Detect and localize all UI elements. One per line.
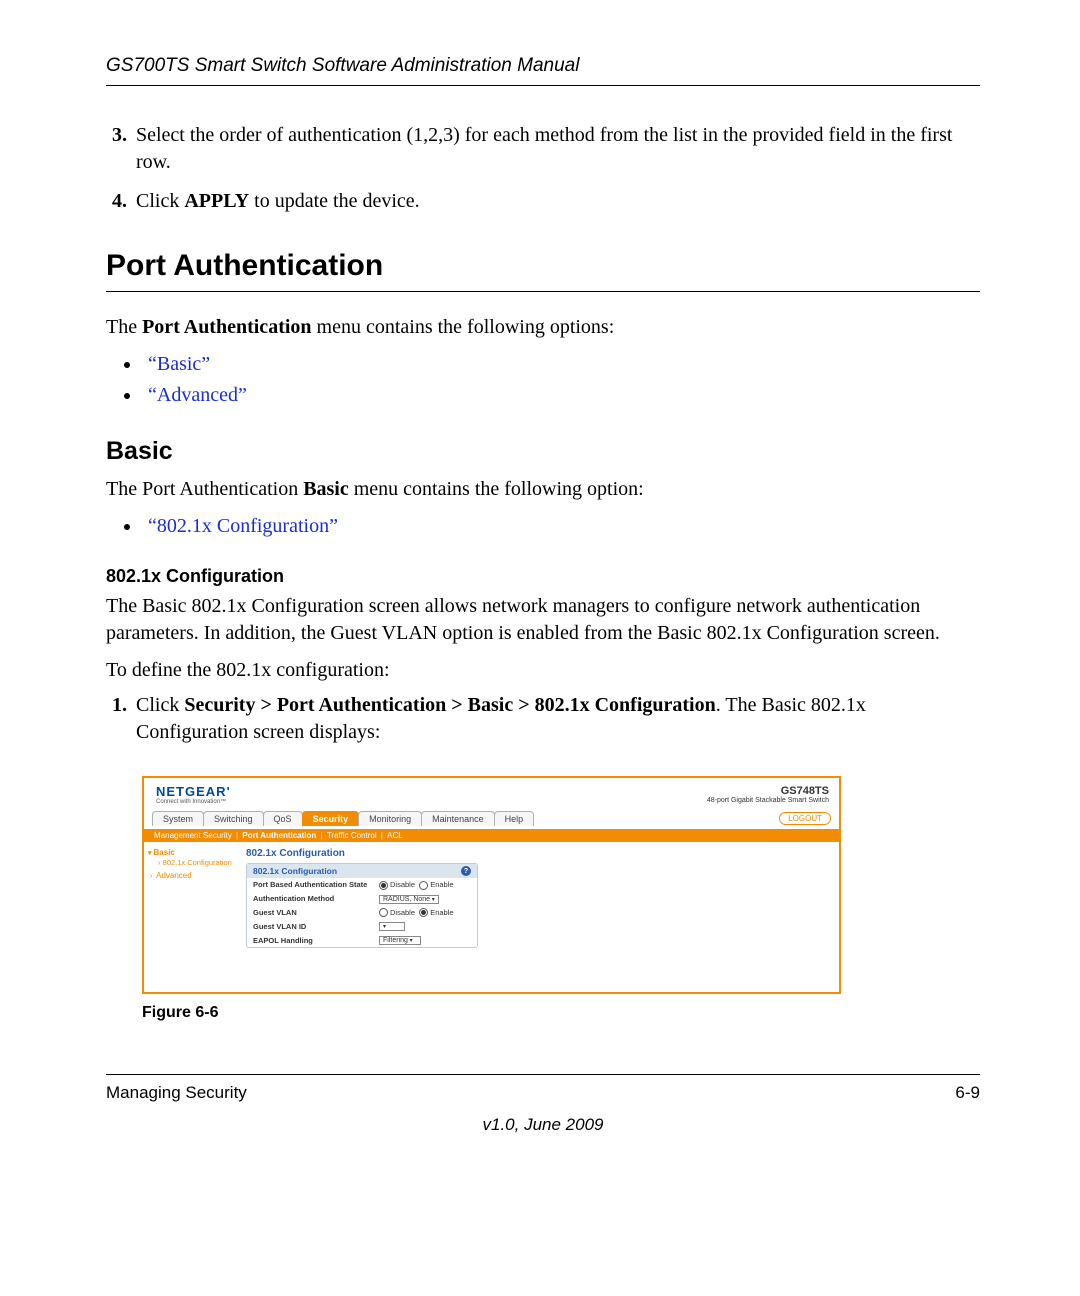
sub-tabs: Management Security | Port Authenticatio… [144,829,839,842]
steps-continued: Select the order of authentication (1,2,… [106,122,980,215]
subtab-port-authentication[interactable]: Port Authentication [242,831,316,840]
subsubsection-heading-8021x: 802.1x Configuration [106,566,980,587]
tab-qos[interactable]: QoS [263,811,303,826]
tab-security[interactable]: Security [302,811,360,826]
tab-switching[interactable]: Switching [203,811,264,826]
label-guest-vlan: Guest VLAN [253,908,379,917]
step-3: Select the order of authentication (1,2,… [132,122,980,176]
model-label: GS748TS 48-port Gigabit Stackable Smart … [707,785,829,804]
tab-help[interactable]: Help [494,811,535,826]
figure-6-6: NETGEAR' Connect with Innovation™ GS748T… [142,776,980,1022]
options-list: “Basic” “Advanced” [106,349,980,411]
link-basic[interactable]: “Basic” [148,353,210,375]
step-4: Click APPLY to update the device. [132,188,980,215]
subtab-management-security[interactable]: Management Security [154,831,232,840]
footer-version: v1.0, June 2009 [106,1115,980,1135]
tab-monitoring[interactable]: Monitoring [358,811,422,826]
box-title: 802.1x Configuration [253,866,337,876]
footer-page-number: 6-9 [955,1083,980,1103]
screenshot-netgear-ui: NETGEAR' Connect with Innovation™ GS748T… [142,776,841,994]
basic-intro: The Port Authentication Basic menu conta… [106,476,980,503]
netgear-logo: NETGEAR' Connect with Innovation™ [156,784,231,805]
sidebar-item-8021x[interactable]: › 802.1x Configuration [148,859,234,867]
label-guest-vlan-id: Guest VLAN ID [253,922,379,931]
label-eapol: EAPOL Handling [253,936,379,945]
radio-enable-1[interactable] [419,881,428,890]
subtab-acl[interactable]: ACL [387,831,403,840]
figure-caption: Figure 6-6 [142,1004,980,1022]
label-auth-state: Port Based Authentication State [253,880,379,889]
logout-button[interactable]: LOGOUT [779,812,831,825]
label-auth-method: Authentication Method [253,894,379,903]
radio-disable-1[interactable] [379,881,388,890]
footer-section: Managing Security [106,1083,247,1103]
select-eapol[interactable]: Filtering [379,936,421,945]
help-icon[interactable]: ? [461,866,471,876]
select-auth-method[interactable]: RADIUS, None [379,895,439,904]
link-8021x-config[interactable]: “802.1x Configuration” [148,515,338,537]
select-guest-vlan-id[interactable] [379,922,405,931]
subtab-traffic-control[interactable]: Traffic Control [327,831,377,840]
config-panel: 802.1x Configuration 802.1x Configuratio… [238,842,839,992]
sidebar-item-basic[interactable]: ▾Basic [148,848,234,857]
radio-disable-2[interactable] [379,908,388,917]
panel-title: 802.1x Configuration [246,848,831,859]
page-footer: Managing Security 6-9 [106,1074,980,1103]
sidebar-item-advanced[interactable]: › Advanced [148,871,234,880]
sidebar: ▾Basic › 802.1x Configuration › Advanced [144,842,238,992]
link-advanced[interactable]: “Advanced” [148,384,247,406]
8021x-description: The Basic 802.1x Configuration screen al… [106,593,980,647]
main-tabs: System Switching QoS Security Monitoring… [144,807,839,829]
tab-system[interactable]: System [152,811,204,826]
lead-in: To define the 802.1x configuration: [106,657,980,684]
procedure-step-1: Click Security > Port Authentication > B… [132,692,980,746]
basic-options-list: “802.1x Configuration” [106,511,980,542]
manual-header: GS700TS Smart Switch Software Administra… [106,55,980,86]
procedure-steps: Click Security > Port Authentication > B… [106,692,980,746]
radio-enable-2[interactable] [419,908,428,917]
intro-paragraph: The Port Authentication menu contains th… [106,314,980,341]
section-heading-port-authentication: Port Authentication [106,249,980,292]
tab-maintenance[interactable]: Maintenance [421,811,495,826]
subsection-heading-basic: Basic [106,437,980,466]
